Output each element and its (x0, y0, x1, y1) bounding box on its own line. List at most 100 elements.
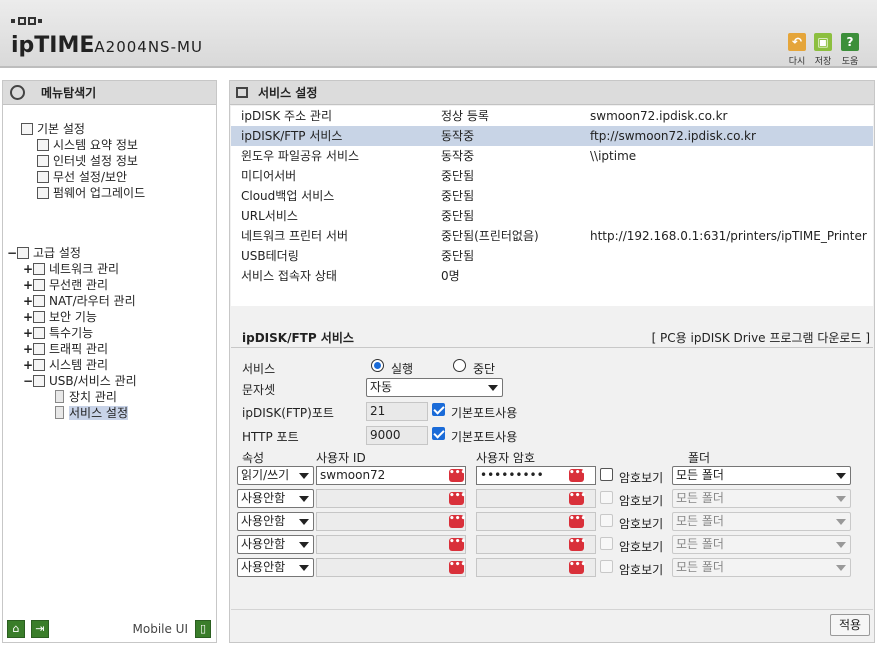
col-folder: 폴더 (688, 451, 711, 465)
logout-icon: ⇥ (35, 622, 45, 635)
keyboard-icon[interactable]: ••• (449, 561, 466, 574)
tree-item-wlan[interactable]: + 무선랜 관리 (23, 277, 108, 293)
tree-item-traffic[interactable]: + 트래픽 관리 (23, 341, 108, 357)
folder-select[interactable]: 모든 폴더 (672, 512, 851, 531)
chevron-down-icon (299, 519, 309, 525)
mobile-ui-link[interactable]: Mobile UI (133, 622, 189, 636)
tree-item-wireless[interactable]: 무선 설정/보안 (37, 169, 127, 185)
status-row: ipDISK 주소 관리 정상 등록 swmoon72.ipdisk.co.kr (231, 106, 873, 126)
tree-item-firmware[interactable]: 펌웨어 업그레이드 (37, 185, 145, 201)
keyboard-icon[interactable]: ••• (449, 492, 466, 505)
tree-advanced-settings[interactable]: − 고급 설정 (7, 245, 81, 261)
attr-select[interactable]: 읽기/쓰기 (237, 466, 314, 485)
http-default-port-checkbox[interactable] (432, 427, 445, 440)
expand-icon: + (23, 262, 34, 276)
folder-select[interactable]: 모든 폴더 (672, 466, 851, 485)
apply-button[interactable]: 적용 (830, 614, 870, 636)
folder-value: 모든 폴더 (676, 468, 724, 482)
attr-select[interactable]: 사용안함 (237, 512, 314, 531)
keyboard-icon[interactable]: ••• (569, 469, 586, 482)
http-port-input[interactable]: 9000 (366, 426, 428, 445)
expand-icon: + (23, 358, 34, 372)
network-icon (33, 263, 45, 275)
attr-select[interactable]: 사용안함 (237, 558, 314, 577)
show-password-checkbox[interactable] (600, 491, 613, 504)
chevron-down-icon (299, 496, 309, 502)
save-label: 저장 (814, 57, 832, 67)
attr-select[interactable]: 사용안함 (237, 489, 314, 508)
ftp-port-input[interactable]: 21 (366, 402, 428, 421)
tree-item-special[interactable]: + 특수기능 (23, 325, 93, 341)
save-icon: ▣ (814, 33, 832, 51)
save-button[interactable]: ▣ 저장 (811, 33, 835, 67)
tree-basic-settings[interactable]: 기본 설정 (21, 121, 85, 137)
tree-item-security[interactable]: + 보안 기능 (23, 309, 97, 325)
keyboard-icon[interactable]: ••• (449, 469, 466, 482)
tree-item-system[interactable]: + 시스템 관리 (23, 357, 108, 373)
service-run-radio[interactable] (371, 359, 384, 372)
service-stop-radio[interactable] (453, 359, 466, 372)
user-id-input[interactable] (316, 535, 466, 554)
wireless-icon (37, 171, 49, 183)
folder-value: 모든 폴더 (676, 491, 724, 505)
charset-select[interactable]: 자동 (366, 378, 503, 397)
status-row: 윈도우 파일공유 서비스 동작중 \\iptime (231, 146, 873, 166)
tree-item-network[interactable]: + 네트워크 관리 (23, 261, 119, 277)
logout-button[interactable]: ⇥ (31, 620, 49, 638)
folder-select[interactable]: 모든 폴더 (672, 558, 851, 577)
mobile-button[interactable]: ▯ (195, 620, 211, 638)
undo-icon: ↶ (788, 33, 806, 51)
divider (231, 609, 873, 610)
user-id-input[interactable] (316, 512, 466, 531)
user-id-input[interactable] (316, 558, 466, 577)
attr-value: 읽기/쓰기 (241, 468, 290, 482)
chevron-down-icon (299, 565, 309, 571)
show-password-checkbox[interactable] (600, 468, 613, 481)
keyboard-icon[interactable]: ••• (449, 538, 466, 551)
tree-item-service-settings[interactable]: 서비스 설정 (55, 405, 129, 421)
tree-label: 인터넷 설정 정보 (53, 154, 138, 168)
tree-item-system-summary[interactable]: 시스템 요약 정보 (37, 137, 138, 153)
keyboard-icon[interactable]: ••• (569, 492, 586, 505)
keyboard-icon[interactable]: ••• (569, 538, 586, 551)
status-info: \\iptime (590, 149, 637, 163)
tree-item-internet-info[interactable]: 인터넷 설정 정보 (37, 153, 138, 169)
user-id-input[interactable]: swmoon72 (316, 466, 466, 485)
tree-label: 특수기능 (49, 326, 94, 340)
show-password-label: 암호보기 (619, 563, 664, 577)
folder-select[interactable]: 모든 폴더 (672, 489, 851, 508)
keyboard-icon[interactable]: ••• (569, 561, 586, 574)
service-status-table: ipDISK 주소 관리 정상 등록 swmoon72.ipdisk.co.kr i… (231, 106, 873, 306)
window-icon (236, 87, 248, 98)
tree-label: 트래픽 관리 (49, 342, 109, 356)
wireless-icon (33, 279, 45, 291)
keyboard-icon[interactable]: ••• (569, 515, 586, 528)
ftp-default-port-checkbox[interactable] (432, 403, 445, 416)
tree-item-nat[interactable]: + NAT/라우터 관리 (23, 293, 136, 309)
tree-item-usb[interactable]: − USB/서비스 관리 (23, 373, 137, 389)
home-button[interactable]: ⌂ (7, 620, 25, 638)
status-name: ipDISK 주소 관리 (241, 109, 333, 123)
expand-icon: + (23, 310, 34, 324)
show-password-checkbox[interactable] (600, 514, 613, 527)
keyboard-icon[interactable]: ••• (449, 515, 466, 528)
chevron-down-icon (299, 542, 309, 548)
collapse-icon: − (7, 246, 18, 260)
show-password-checkbox[interactable] (600, 537, 613, 550)
attr-select[interactable]: 사용안함 (237, 535, 314, 554)
run-label: 실행 (391, 362, 414, 376)
help-button[interactable]: ? 도움 (838, 33, 862, 67)
show-password-checkbox[interactable] (600, 560, 613, 573)
tree-item-device[interactable]: 장치 관리 (55, 389, 117, 405)
help-icon: ? (841, 33, 859, 51)
attr-value: 사용안함 (241, 537, 286, 551)
router-icon (33, 295, 45, 307)
undo-label: 다시 (788, 57, 806, 67)
download-link[interactable]: [ PC용 ipDISK Drive 프로그램 다운로드 ] (652, 329, 870, 346)
undo-button[interactable]: ↶ 다시 (785, 33, 809, 67)
folder-select[interactable]: 모든 폴더 (672, 535, 851, 554)
lock-icon (33, 311, 45, 323)
user-id-input[interactable] (316, 489, 466, 508)
status-row-selected[interactable]: ipDISK/FTP 서비스 동작중 ftp://swmoon72.ipdisk.c… (231, 126, 873, 146)
brand-name: ipTIME (11, 33, 95, 58)
